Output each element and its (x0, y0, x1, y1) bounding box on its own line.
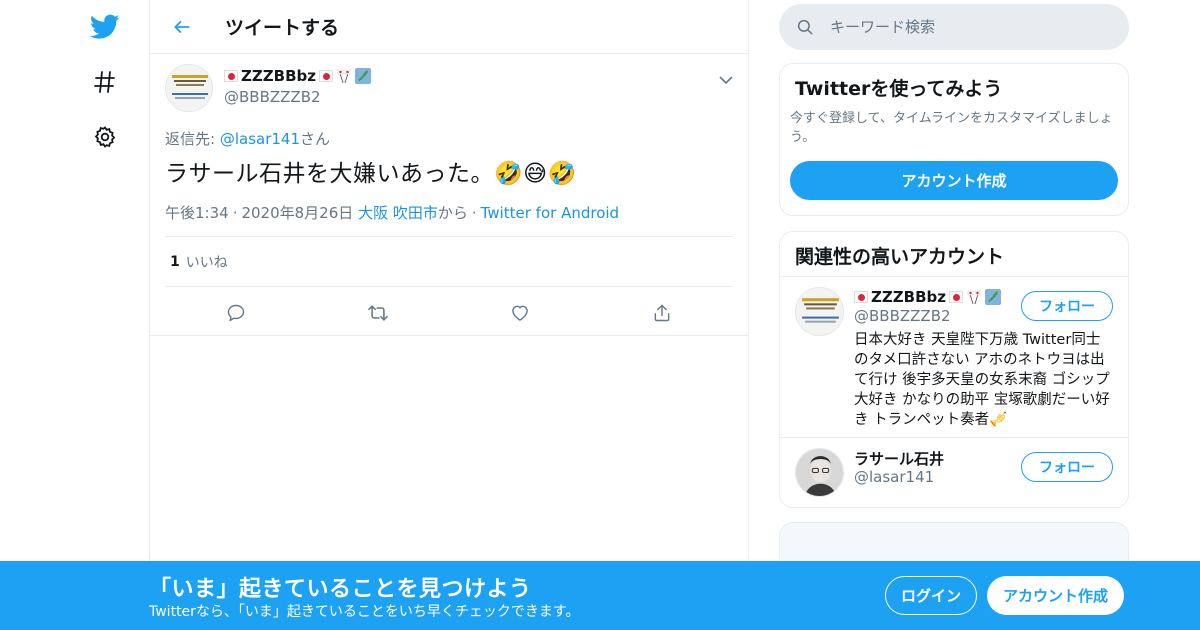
tweet-actions (165, 290, 733, 336)
page-title: ツイートする (225, 17, 340, 39)
bottom-signup-bar: 「いま」起きていることを見つけよう Twitterなら、「いま」起きていることを… (0, 561, 1200, 630)
bottom-create-account-button[interactable]: アカウント作成 (987, 576, 1124, 615)
related-accounts-card: 関連性の高いアカウント ZZZBBbz @BBBZZZB2 日本大好き 天皇陛下… (779, 231, 1129, 508)
japan-map-icon (354, 68, 371, 84)
related-user[interactable]: ZZZBBbz @BBBZZZB2 日本大好き 天皇陛下万歳 Twitter同士… (780, 277, 1128, 438)
japan-map-icon (984, 289, 1001, 305)
back-arrow-icon[interactable] (167, 12, 197, 42)
like-heart-icon[interactable] (506, 299, 534, 327)
twitter-logo-icon[interactable] (85, 7, 125, 47)
chevron-down-icon[interactable] (719, 70, 733, 89)
avatar[interactable] (795, 448, 844, 497)
author-name[interactable]: ZZZBBbz (224, 66, 371, 86)
bottom-bar-title: 「いま」起きていることを見つけよう (149, 577, 532, 602)
avatar[interactable] (795, 287, 844, 336)
tweet-date[interactable]: 2020年8月26日 (241, 204, 353, 222)
search-box[interactable] (779, 4, 1129, 50)
tweet: ZZZBBbz @BBBZZZB2 返信先: @lasar141さん ラサール石… (150, 54, 748, 336)
login-button[interactable]: ログイン (885, 576, 977, 615)
likes-stat[interactable]: 1 いいね (165, 236, 733, 287)
reply-icon[interactable] (222, 299, 250, 327)
japan-flag-icon (318, 70, 333, 82)
related-user-name[interactable]: ZZZBBbz (854, 287, 1001, 307)
related-accounts-title: 関連性の高いアカウント (780, 232, 1128, 277)
bottom-bar-subtitle: Twitterなら、「いま」起きていることをいち早くチェックできます。 (149, 604, 580, 620)
related-user[interactable]: ラサール石井 @lasar141 フォロー (780, 438, 1128, 507)
tweet-author[interactable]: ZZZBBbz @BBBZZZB2 (224, 66, 371, 106)
author-handle: @BBBZZZB2 (224, 88, 321, 106)
tweet-meta: 午後1:34 · 2020年8月26日 大阪 吹田市から · Twitter for A… (165, 204, 620, 222)
japan-flag-icon (854, 291, 868, 303)
retweet-icon[interactable] (364, 299, 392, 327)
signup-card-description: 今すぐ登録して、タイムラインをカスタマイズしましょう。 (790, 111, 1113, 145)
follow-button[interactable]: フォロー (1021, 291, 1113, 321)
related-user-name[interactable]: ラサール石井 (854, 448, 944, 468)
reply-context: 返信先: @lasar141さん (165, 130, 331, 148)
search-icon (794, 16, 816, 38)
create-account-button[interactable]: アカウント作成 (790, 161, 1118, 200)
tweet-location-link[interactable]: 大阪 吹田市 (358, 204, 438, 222)
japan-flag-icon (224, 70, 238, 82)
crossed-flags-icon (337, 69, 351, 84)
like-count: 1 (170, 253, 180, 270)
search-input[interactable] (830, 18, 1110, 36)
japan-flag-icon (948, 291, 963, 303)
tweet-source-link[interactable]: Twitter for Android (481, 204, 619, 222)
main-header: ツイートする (150, 0, 748, 54)
related-user-handle: @BBBZZZB2 (854, 307, 951, 325)
tweet-time[interactable]: 午後1:34 (165, 204, 229, 222)
main-column: ツイートする ZZZBBbz @BBBZZZB2 返信先: @lasar141さ… (149, 0, 749, 630)
tweet-text: ラサール石井を大嫌いあった。🤣😅🤣 (165, 161, 577, 187)
like-label: いいね (185, 254, 228, 271)
hashtag-icon[interactable] (85, 62, 125, 102)
settings-gear-icon[interactable] (85, 117, 125, 157)
crossed-flags-icon (967, 290, 981, 305)
related-user-bio: 日本大好き 天皇陛下万歳 Twitter同士のタメ口許さない アホのネトウヨは出… (854, 332, 1110, 428)
share-icon[interactable] (648, 299, 676, 327)
reply-to-link[interactable]: @lasar141 (220, 130, 300, 148)
signup-card: Twitterを使ってみよう 今すぐ登録して、タイムラインをカスタマイズしましょ… (779, 63, 1129, 216)
related-user-handle: @lasar141 (854, 468, 935, 486)
author-avatar[interactable] (165, 64, 213, 112)
signup-card-title: Twitterを使ってみよう (795, 78, 1003, 100)
follow-button[interactable]: フォロー (1021, 452, 1113, 482)
left-nav (0, 0, 150, 630)
